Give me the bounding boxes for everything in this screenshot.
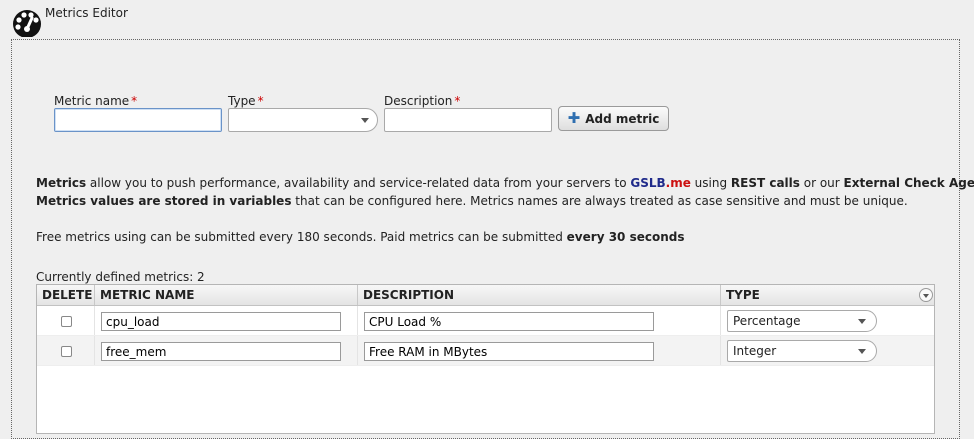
required-mark: * (131, 94, 138, 108)
column-header-description[interactable]: DESCRIPTION (358, 285, 721, 305)
description-cell-input[interactable] (364, 342, 654, 361)
column-header-metric-name[interactable]: METRIC NAME (95, 285, 358, 305)
chevron-down-icon (361, 118, 369, 123)
table-header: DELETE METRIC NAME DESCRIPTION TYPE (37, 285, 934, 306)
speedometer-icon (10, 7, 44, 38)
table-row: Percentage (37, 306, 934, 336)
column-menu-icon[interactable] (919, 288, 933, 302)
metric-name-cell-input[interactable] (101, 342, 341, 361)
plus-icon: ✚ (567, 109, 581, 127)
required-mark: * (454, 94, 461, 108)
metric-name-cell-input[interactable] (101, 312, 341, 331)
type-cell-select[interactable]: Percentage (727, 310, 877, 332)
add-metric-button[interactable]: ✚ Add metric (558, 106, 669, 131)
info-line-1: Metrics allow you to push performance, a… (36, 176, 974, 190)
description-cell-input[interactable] (364, 312, 654, 331)
table-row: Integer (37, 336, 934, 366)
description-input[interactable] (384, 108, 552, 132)
metric-name-input[interactable] (54, 108, 222, 132)
metric-name-label: Metric name * (54, 94, 138, 108)
info-line-2: Metrics values are stored in variables t… (36, 194, 908, 208)
info-line-3: Free metrics using can be submitted ever… (36, 230, 685, 244)
page-title: Metrics Editor (45, 6, 128, 20)
metrics-table: DELETE METRIC NAME DESCRIPTION TYPE Perc… (36, 284, 935, 434)
column-header-type[interactable]: TYPE (721, 285, 934, 305)
delete-checkbox[interactable] (61, 346, 72, 357)
chevron-down-icon (858, 349, 866, 354)
type-cell-select[interactable]: Integer (727, 340, 877, 362)
type-select[interactable] (228, 108, 378, 132)
description-label: Description * (384, 94, 461, 108)
delete-checkbox[interactable] (61, 316, 72, 327)
metrics-count: Currently defined metrics: 2 (36, 270, 205, 284)
brand-suffix: .me (665, 176, 691, 190)
required-mark: * (257, 94, 264, 108)
brand-name: GSLB (630, 176, 666, 190)
column-header-delete[interactable]: DELETE (37, 285, 95, 305)
chevron-down-icon (858, 319, 866, 324)
type-label: Type * (228, 94, 264, 108)
